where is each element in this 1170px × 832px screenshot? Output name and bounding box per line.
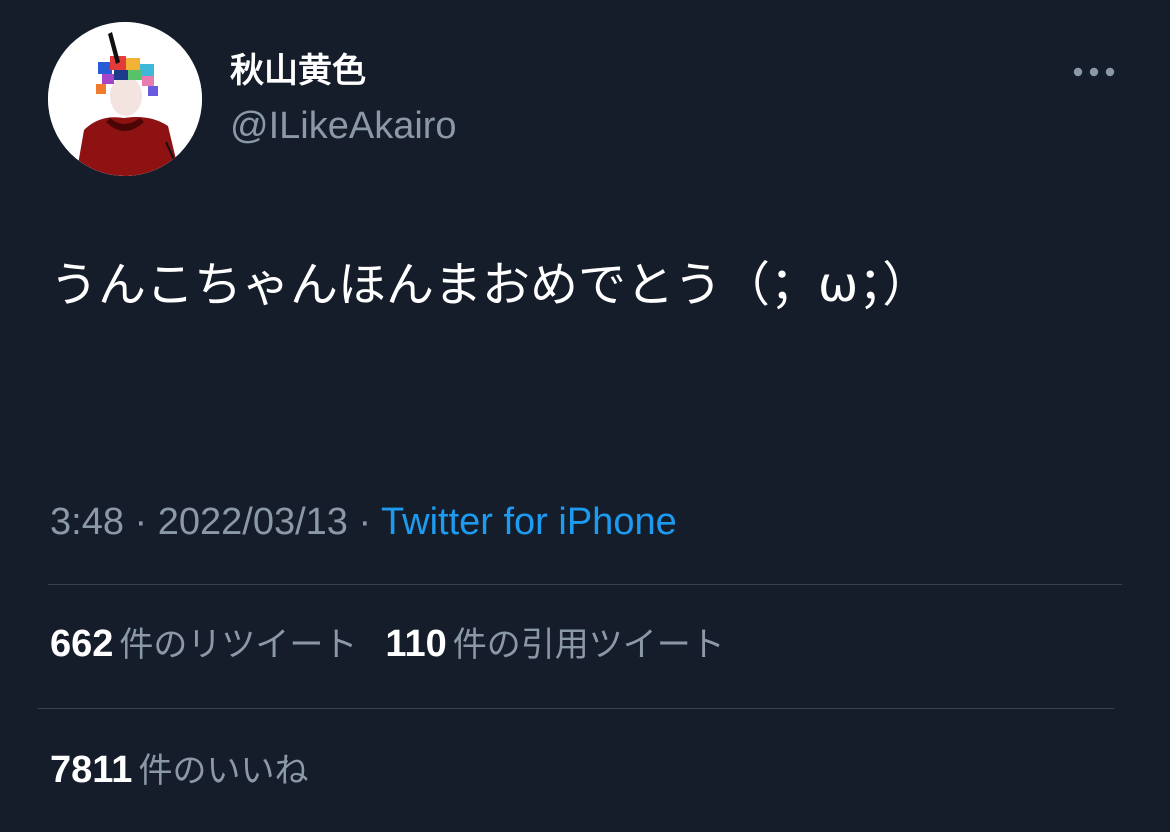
- tweet-detail: 秋山黄色 @ILikeAkairo うんこちゃんほんまおめでとう（；ω；） 3:…: [0, 0, 1170, 832]
- divider: [48, 584, 1122, 585]
- stats-row-engagement: 662 件のリツイート 110 件の引用ツイート: [50, 622, 753, 667]
- tweet-date[interactable]: 2022/03/13: [158, 501, 348, 543]
- likes-count: 7811: [50, 749, 133, 791]
- tweet-time[interactable]: 3:48: [50, 501, 124, 543]
- likes-label: 件のいいね: [138, 751, 309, 791]
- meta-separator: ·: [123, 501, 158, 543]
- user-handle[interactable]: @ILikeAkairo: [230, 104, 457, 148]
- tweet-header: 秋山黄色 @ILikeAkairo: [48, 22, 1128, 178]
- likes-stat[interactable]: 7811 件のいいね: [50, 748, 308, 793]
- tweet-meta: 3:48 · 2022/03/13 · Twitter for iPhone: [50, 500, 677, 544]
- stats-row-likes: 7811 件のいいね: [50, 748, 336, 793]
- retweets-stat[interactable]: 662 件のリツイート: [50, 622, 357, 667]
- quote-tweets-count: 110: [385, 623, 447, 665]
- display-name[interactable]: 秋山黄色: [230, 50, 457, 92]
- meta-separator: ·: [347, 501, 382, 543]
- tweet-text: うんこちゃんほんまおめでとう（；ω；）: [50, 257, 931, 313]
- quote-tweets-stat[interactable]: 110 件の引用ツイート: [385, 622, 724, 667]
- avatar[interactable]: [48, 22, 202, 176]
- quote-tweets-label: 件の引用ツイート: [452, 625, 725, 665]
- retweets-label: 件のリツイート: [119, 625, 358, 665]
- divider: [38, 708, 1114, 709]
- retweets-count: 662: [50, 623, 114, 665]
- tweet-source-link[interactable]: Twitter for iPhone: [381, 501, 677, 543]
- more-options-icon: [1073, 67, 1115, 77]
- more-options-button[interactable]: [1066, 52, 1122, 92]
- avatar-illustration: [48, 22, 202, 176]
- user-block: 秋山黄色 @ILikeAkairo: [230, 50, 457, 148]
